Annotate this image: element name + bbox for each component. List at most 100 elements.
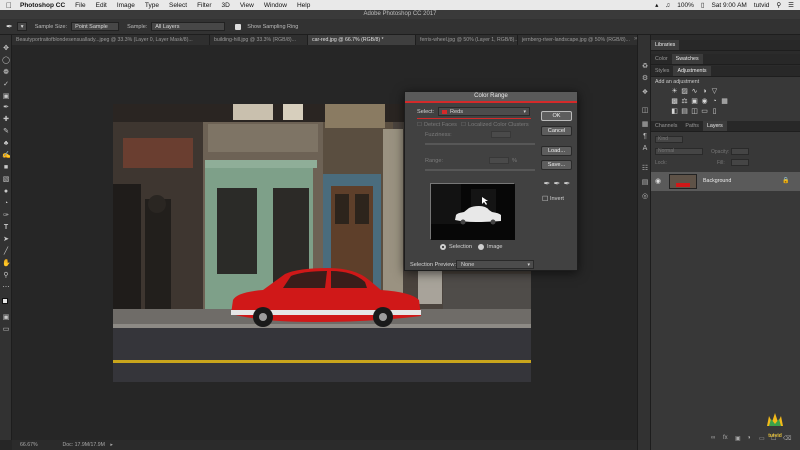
quick-mask-icon[interactable]: ▣ [2,314,10,322]
paragraph-icon[interactable]: ¶ [641,133,649,141]
selective-color-icon[interactable]: ▯ [711,108,718,115]
menu-help[interactable]: Help [297,2,310,9]
opacity-field[interactable] [731,148,749,155]
menu-file[interactable]: File [75,2,85,9]
sample-dropdown[interactable]: All Layers [151,22,226,31]
layer-row-background[interactable]: ◉ Background 🔒 [651,172,800,191]
show-sampling-ring-checkbox[interactable] [235,23,242,30]
color-lookup-icon[interactable]: ▦ [721,98,728,105]
eyedropper-subtract-icon[interactable]: ✒ [563,180,571,188]
gradient-tool-icon[interactable]: ▧ [2,176,10,184]
localized-clusters-checkbox[interactable]: ☐ [461,122,466,128]
swatches-icon[interactable]: ▦ [641,121,649,129]
cancel-button[interactable]: Cancel [541,126,572,136]
invert-adj-icon[interactable]: ◧ [671,108,678,115]
hand-tool-icon[interactable]: ✋ [2,260,11,268]
load-button[interactable]: Load... [541,146,572,156]
levels-icon[interactable]: ▨ [681,88,688,95]
crop-tool-icon[interactable]: ▣ [2,93,10,101]
tab-libraries[interactable]: Libraries [651,40,680,50]
eye-icon[interactable]: ◉ [655,177,661,185]
new-adjustment-icon[interactable]: ◑ [747,435,751,441]
link-layers-icon[interactable]: ∞ [711,435,715,441]
tab-layers[interactable]: Layers [702,121,727,131]
tab-building-hill[interactable]: building-hill.jpg @ 33.3% (RGB/8)... [210,35,308,45]
invert-checkbox[interactable]: ☐ [542,195,548,203]
color-balance-icon[interactable]: ⚖ [681,98,688,105]
move-tool-icon[interactable]: ✥ [2,45,10,53]
tab-jernberg-river[interactable]: jernberg-river-landscape.jpg @ 50% (RGB/… [518,35,644,45]
tab-paths[interactable]: Paths [681,121,703,131]
range-slider[interactable] [425,169,535,171]
preview-dropdown[interactable]: None ▾ [456,260,534,269]
channel-mixer-icon[interactable]: ◔ [711,98,718,105]
more-tools-icon[interactable]: ⋯ [2,284,10,292]
fuzziness-slider[interactable] [425,143,535,145]
selection-radio[interactable] [440,244,446,250]
threshold-icon[interactable]: ◫ [691,108,698,115]
tool-preset-dropdown[interactable]: ▾ [16,22,27,31]
search-icon[interactable]: ⚲ [776,1,781,9]
eyedropper-tool-icon[interactable]: ✒ [6,22,13,31]
layer-filter-kind[interactable]: Kind [655,136,683,143]
dodge-tool-icon[interactable]: ◔ [2,200,10,208]
apple-icon[interactable]:  [6,1,12,10]
black-white-icon[interactable]: ▣ [691,98,698,105]
curves-icon[interactable]: ∿ [691,88,698,95]
path-select-icon[interactable]: ➤ [2,236,10,244]
app-menu[interactable]: Photoshop CC [20,2,65,9]
line-tool-icon[interactable]: ╱ [2,248,10,256]
tab-styles[interactable]: Styles [651,66,673,76]
zoom-level[interactable]: 66.67% [20,442,38,448]
exposure-icon[interactable]: ◑ [701,88,708,95]
vibrance-icon[interactable]: ▽ [711,88,718,95]
healing-tool-icon[interactable]: ✚ [2,116,10,124]
menu-filter[interactable]: Filter [197,2,211,9]
blend-mode-dropdown[interactable]: Normal [655,148,703,155]
wifi-icon[interactable]: ▴ [655,1,658,9]
lasso-tool-icon[interactable]: ❁ [2,69,10,77]
menu-window[interactable]: Window [264,2,287,9]
select-dropdown[interactable]: Reds ▾ [438,107,530,116]
eyedropper-add-icon[interactable]: ✒ [553,180,561,188]
eraser-tool-icon[interactable]: ■ [2,164,10,172]
save-button[interactable]: Save... [541,160,572,170]
tab-ferris-wheel[interactable]: ferris-wheel.jpg @ 50% (Layer 1, RGB/8).… [416,35,518,45]
user-name[interactable]: tutvid [754,2,770,9]
photo-filter-icon[interactable]: ◉ [701,98,708,105]
marquee-tool-icon[interactable]: ◯ [2,57,10,65]
color-panel-icon[interactable]: ◫ [641,107,649,115]
tab-color[interactable]: Color [651,54,672,64]
range-field[interactable] [489,157,509,164]
add-mask-icon[interactable]: ▣ [735,435,741,442]
menu-image[interactable]: Image [117,2,135,9]
libraries-icon[interactable]: ❖ [641,89,649,97]
gradient-map-icon[interactable]: ▭ [701,108,708,115]
history-brush-icon[interactable]: ✍ [2,152,11,160]
zoom-tool-icon[interactable]: ⚲ [2,272,10,280]
detect-faces-checkbox[interactable]: ☐ [417,122,422,128]
tab-beauty-portrait[interactable]: Beautyportraitofblondesensuallady...jpeg… [12,35,210,45]
pen-tool-icon[interactable]: ✑ [2,212,10,220]
tab-swatches[interactable]: Swatches [671,54,703,64]
eyedropper-sample-icon[interactable]: ✒ [543,180,551,188]
menu-edit[interactable]: Edit [96,2,107,9]
type-tool-icon[interactable]: T [2,224,10,232]
properties-panel-icon[interactable]: ⚙ [641,75,649,83]
channels-icon[interactable]: ▤ [641,179,649,187]
selection-preview-thumbnail[interactable] [430,183,515,240]
menu-list-icon[interactable]: ☰ [788,1,794,9]
fuzziness-field[interactable] [491,131,511,138]
tab-channels[interactable]: Channels [651,121,681,131]
document-size[interactable]: Doc: 17.9M/17.9M [63,442,105,448]
brush-tool-icon[interactable]: ✎ [2,128,10,136]
screen-mode-icon[interactable]: ▭ [2,326,10,334]
battery-percent[interactable]: 100% [677,2,694,9]
history-panel-icon[interactable]: ♻ [641,63,649,71]
menu-3d[interactable]: 3D [222,2,230,9]
image-radio[interactable] [478,244,484,250]
clone-stamp-icon[interactable]: ♣ [2,140,10,148]
posterize-icon[interactable]: ▤ [681,108,688,115]
hue-saturation-icon[interactable]: ▩ [671,98,678,105]
fill-field[interactable] [731,159,749,166]
